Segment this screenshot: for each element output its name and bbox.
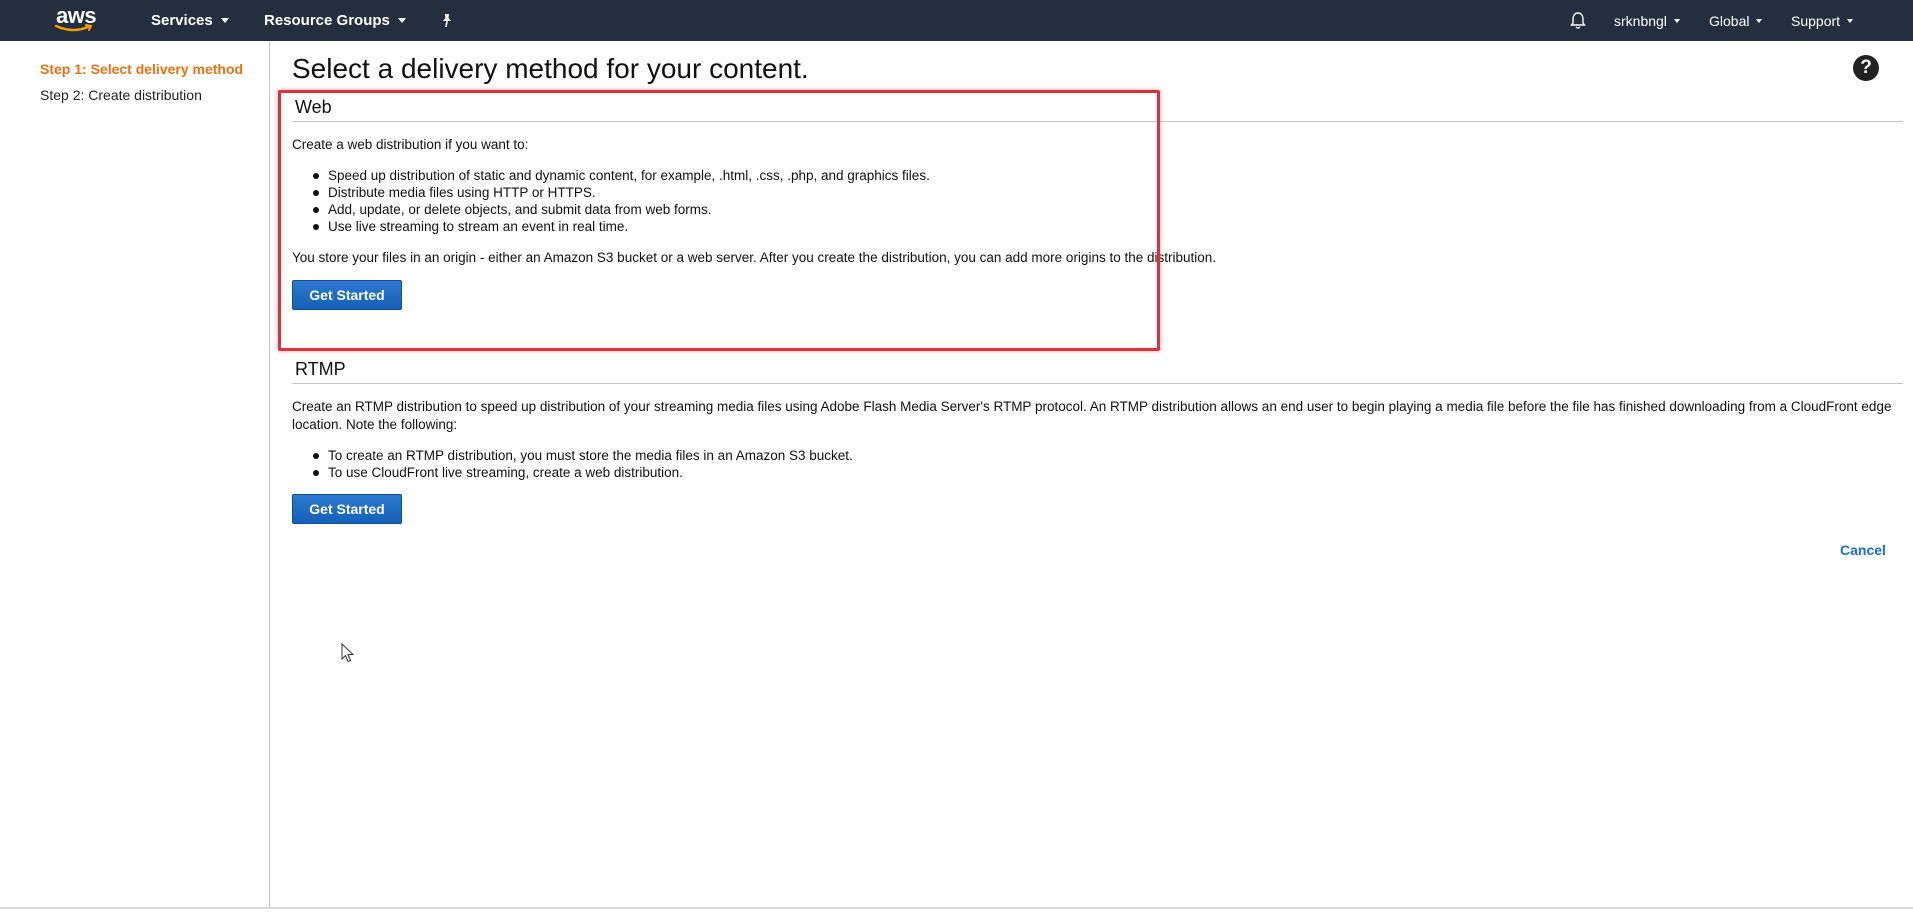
bullet-dot	[313, 470, 319, 476]
pin-icon	[443, 13, 451, 27]
rtmp-get-started-button[interactable]: Get Started	[292, 494, 402, 524]
notifications-button[interactable]	[1569, 0, 1587, 41]
mouse-cursor-icon	[341, 642, 355, 668]
step-create-distribution[interactable]: Step 2: Create distribution	[40, 87, 202, 103]
services-menu[interactable]: Services	[151, 0, 229, 41]
cancel-link[interactable]: Cancel	[1840, 542, 1886, 558]
support-label: Support	[1791, 12, 1841, 29]
step-select-delivery-method[interactable]: Step 1: Select delivery method	[40, 61, 243, 77]
rtmp-bullet-list: To create an RTMP distribution, you must…	[313, 447, 853, 481]
list-item: Speed up distribution of static and dyna…	[313, 167, 930, 184]
resource-groups-label: Resource Groups	[264, 12, 390, 29]
resource-groups-menu[interactable]: Resource Groups	[264, 0, 406, 41]
web-get-started-button[interactable]: Get Started	[292, 280, 402, 310]
account-label: srknbngl	[1614, 12, 1667, 29]
main-content: Select a delivery method for your conten…	[271, 41, 1913, 907]
bell-icon	[1570, 12, 1586, 29]
chevron-down-icon	[397, 18, 406, 23]
bullet-dot	[313, 207, 319, 213]
chevron-down-icon	[220, 18, 229, 23]
list-item: Add, update, or delete objects, and subm…	[313, 201, 930, 218]
web-section-heading: Web	[295, 97, 332, 117]
aws-logo[interactable]: aws	[52, 4, 100, 34]
page-title: Select a delivery method for your conten…	[292, 53, 809, 84]
bullet-dot	[313, 190, 319, 196]
list-item: To create an RTMP distribution, you must…	[313, 447, 853, 464]
web-bullet-list: Speed up distribution of static and dyna…	[313, 167, 930, 235]
web-section-divider	[292, 121, 1903, 122]
bullet-dot	[313, 453, 319, 459]
account-menu[interactable]: srknbngl	[1614, 0, 1680, 41]
region-label: Global	[1709, 12, 1750, 29]
rtmp-intro-text: Create an RTMP distribution to speed up …	[292, 399, 1892, 432]
bullet-dot	[313, 224, 319, 230]
bullet-dot	[313, 173, 319, 179]
rtmp-section-heading: RTMP	[295, 359, 346, 379]
list-item: Use live streaming to stream an event in…	[313, 218, 930, 235]
region-menu[interactable]: Global	[1709, 0, 1763, 41]
help-icon[interactable]: ?	[1853, 55, 1879, 81]
chevron-down-icon	[1673, 18, 1680, 23]
list-item: Distribute media files using HTTP or HTT…	[313, 184, 930, 201]
chevron-down-icon	[1847, 18, 1854, 23]
web-intro-text: Create a web distribution if you want to…	[292, 137, 529, 152]
web-origin-note: You store your files in an origin - eith…	[292, 250, 1217, 265]
pin-button[interactable]	[440, 0, 454, 41]
bottom-divider	[0, 907, 1913, 909]
rtmp-section-divider	[292, 383, 1903, 384]
support-menu[interactable]: Support	[1791, 0, 1854, 41]
chevron-down-icon	[1756, 18, 1763, 23]
wizard-steps-sidebar: Step 1: Select delivery method Step 2: C…	[0, 41, 270, 907]
top-navigation-bar: aws Services Resource Groups srknbngl Gl…	[0, 0, 1913, 41]
services-label: Services	[151, 12, 213, 29]
aws-smile-icon	[54, 24, 93, 32]
list-item: To use CloudFront live streaming, create…	[313, 464, 853, 481]
